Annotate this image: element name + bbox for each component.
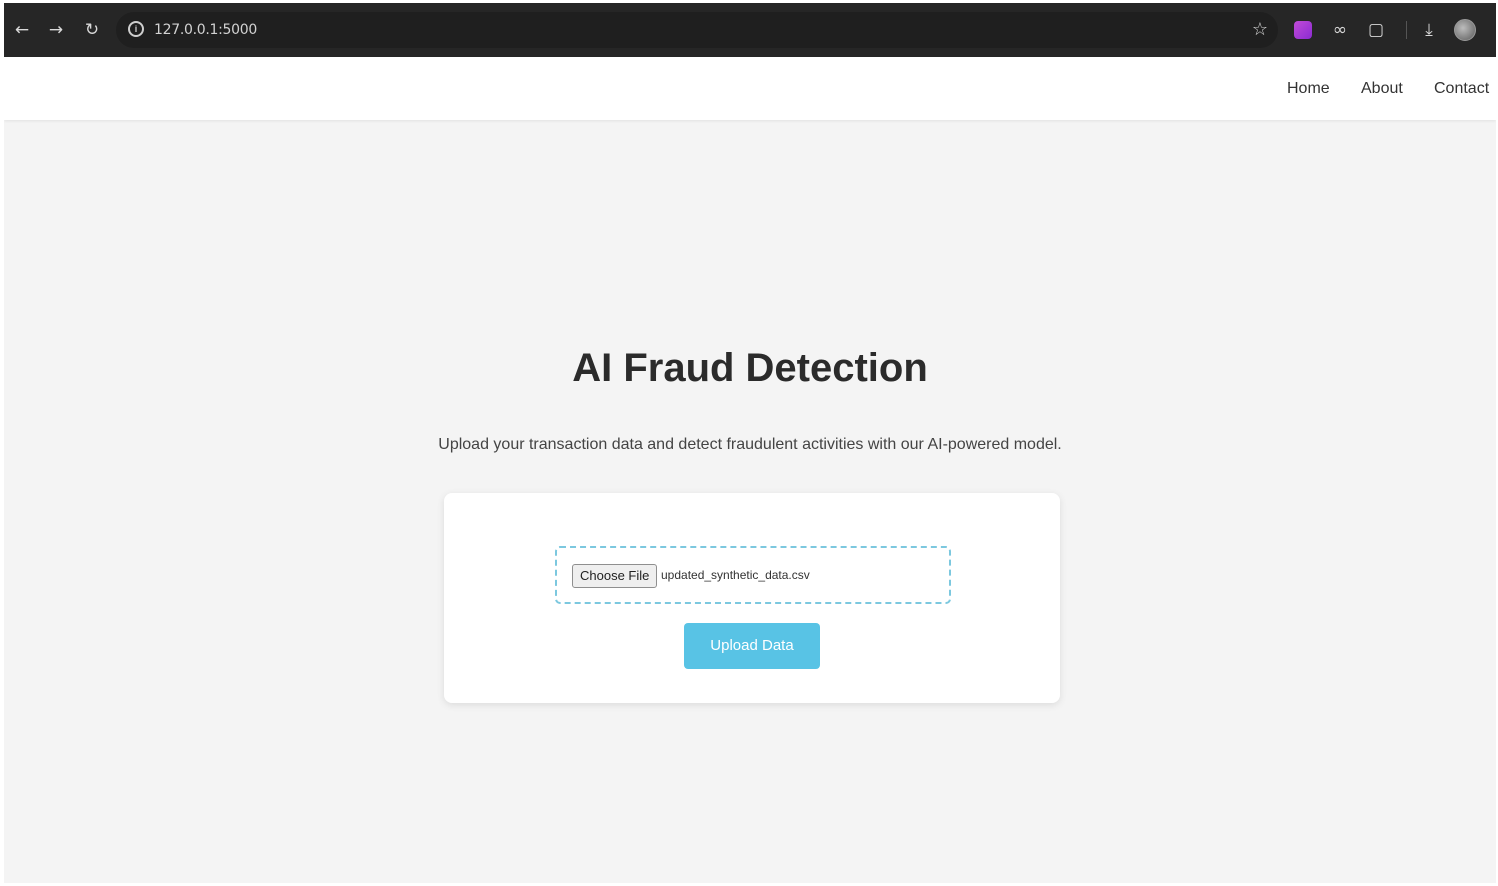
toolbar-divider [1406, 21, 1407, 39]
nav-link-about[interactable]: About [1361, 80, 1403, 98]
browser-window: ← → ↻ i 127.0.0.1:5000 ☆ ∞ ▢ ⤓ Home Abou… [4, 3, 1496, 883]
reload-icon[interactable]: ↻ [80, 18, 104, 42]
file-dropzone[interactable]: Choose File updated_synthetic_data.csv [555, 546, 951, 604]
address-bar[interactable]: i 127.0.0.1:5000 ☆ [116, 12, 1278, 48]
selected-file-name: updated_synthetic_data.csv [661, 568, 810, 582]
profile-avatar-icon[interactable] [1454, 19, 1476, 41]
upload-data-button[interactable]: Upload Data [684, 623, 820, 669]
url-text[interactable]: 127.0.0.1:5000 [154, 22, 257, 38]
choose-file-button[interactable]: Choose File [572, 564, 658, 588]
site-info-icon[interactable]: i [128, 21, 144, 37]
site-navbar: Home About Contact [4, 57, 1496, 120]
puzzle-icon[interactable]: ▢ [1364, 18, 1388, 42]
extension-icon[interactable] [1294, 21, 1312, 39]
nav-link-contact[interactable]: Contact [1434, 80, 1489, 98]
page-title: AI Fraud Detection [572, 346, 928, 390]
link-icon[interactable]: ∞ [1328, 18, 1352, 42]
download-icon[interactable]: ⤓ [1417, 18, 1441, 42]
upload-card: Choose File updated_synthetic_data.csv U… [444, 493, 1060, 703]
page-subtitle: Upload your transaction data and detect … [438, 436, 1062, 453]
back-arrow-icon[interactable]: ← [10, 18, 34, 42]
star-icon[interactable]: ☆ [1252, 19, 1268, 40]
browser-toolbar: ← → ↻ i 127.0.0.1:5000 ☆ ∞ ▢ ⤓ [4, 3, 1496, 57]
nav-link-home[interactable]: Home [1287, 80, 1330, 98]
forward-arrow-icon[interactable]: → [44, 18, 68, 42]
